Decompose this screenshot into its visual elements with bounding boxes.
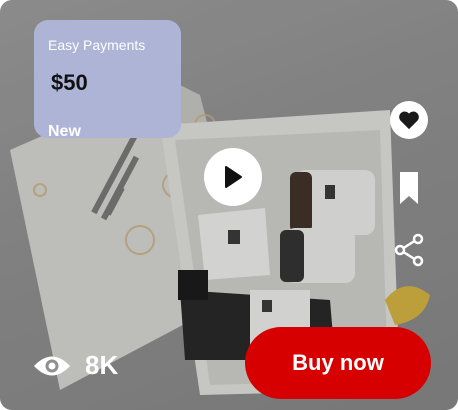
play-button[interactable] (204, 148, 262, 206)
product-card[interactable]: Easy Payments $50 New 8K Buy now (0, 0, 458, 410)
share-icon (394, 233, 424, 267)
play-icon (225, 166, 242, 188)
view-count: 8K (33, 350, 118, 381)
payment-card: Easy Payments $50 New (34, 20, 181, 140)
heart-icon (399, 111, 419, 130)
buy-now-button[interactable]: Buy now (245, 327, 431, 399)
share-button[interactable] (392, 232, 426, 268)
new-badge: New (48, 123, 81, 140)
views-count: 8K (85, 350, 119, 380)
eye-icon (34, 356, 70, 375)
payment-title: Easy Payments (48, 37, 146, 53)
payment-price: $50 (51, 70, 88, 95)
bookmark-icon (400, 172, 418, 204)
favorite-button[interactable] (390, 101, 428, 139)
bookmark-button[interactable] (394, 168, 424, 208)
